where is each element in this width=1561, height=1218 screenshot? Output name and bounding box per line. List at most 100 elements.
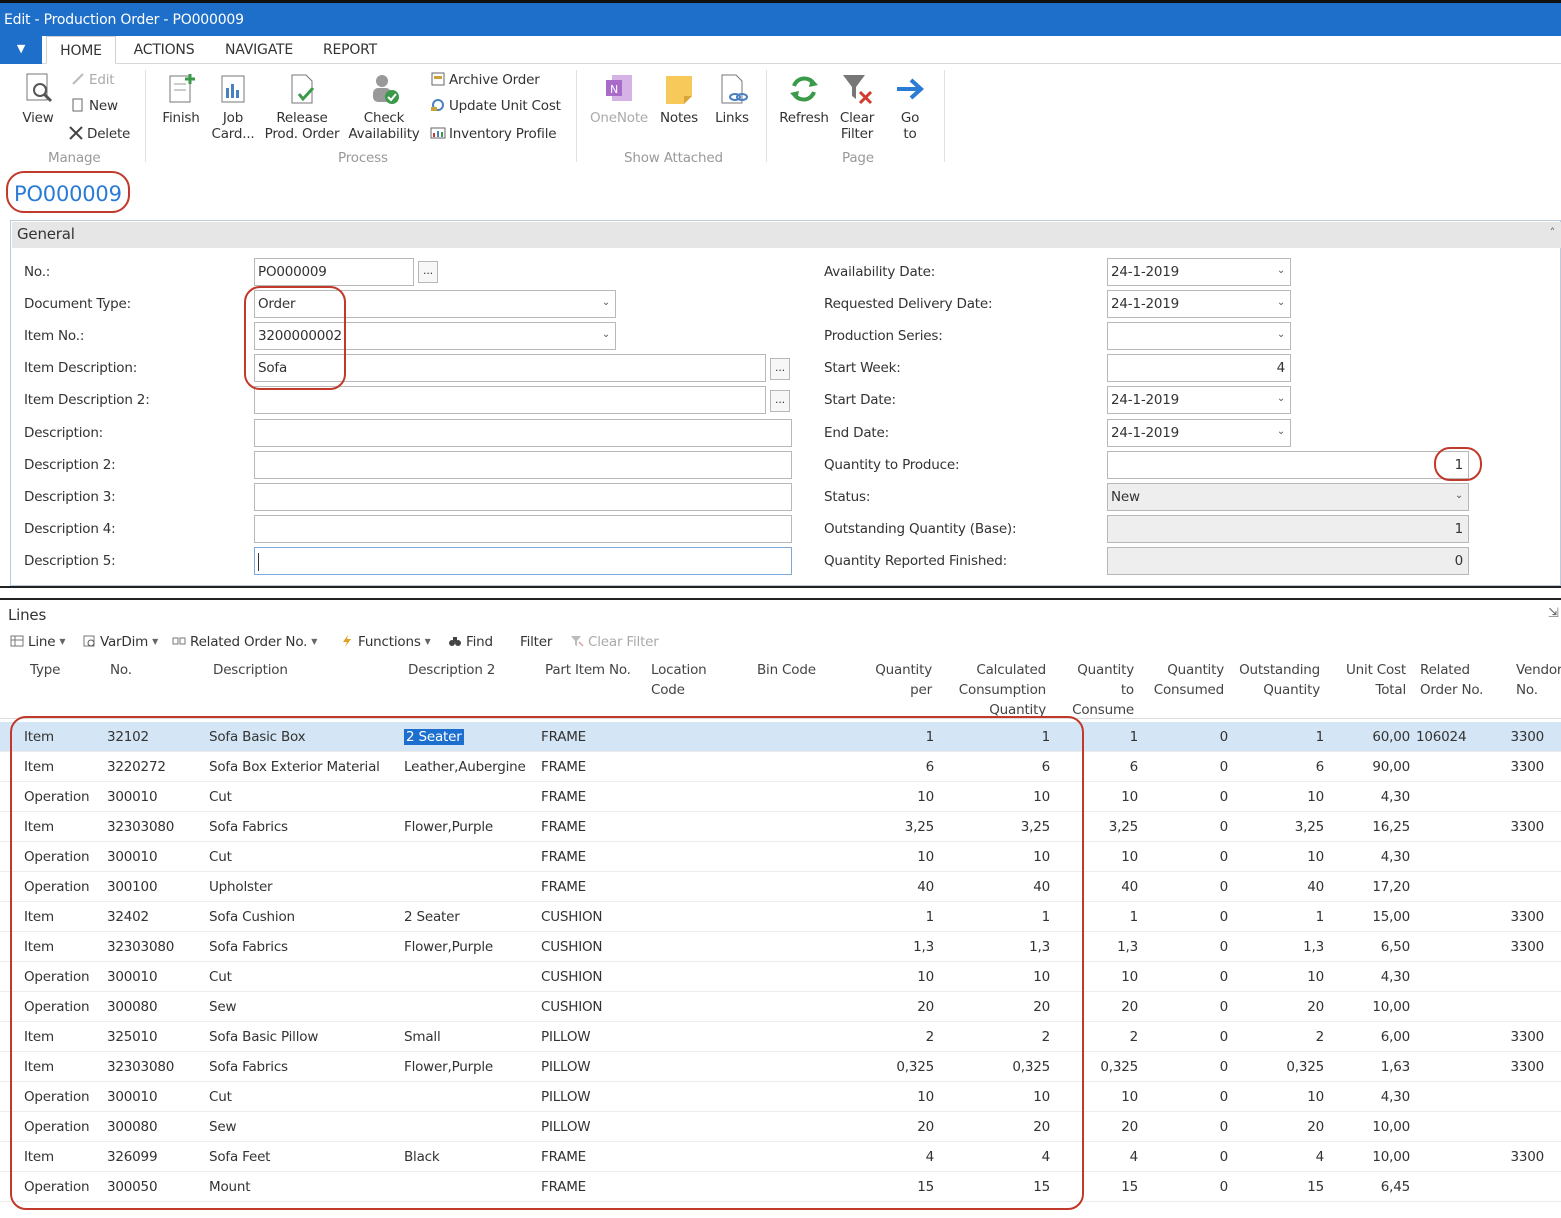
description-4-label: Description 4: [24, 521, 116, 537]
cell-outstanding-quantity: 1,3 [1303, 939, 1324, 955]
no-assist-button[interactable]: ... [418, 261, 438, 283]
group-page-label: Page [842, 150, 874, 166]
tab-home[interactable]: HOME [46, 36, 116, 64]
release-prod-order-button[interactable]: Release Prod. Order [262, 72, 342, 142]
collapse-icon[interactable]: ˄ [1550, 226, 1556, 239]
column-header-location-code[interactable]: Location Code [651, 660, 707, 700]
line-menu-button[interactable]: Line ▼ [10, 634, 65, 650]
column-header-no[interactable]: No. [110, 660, 132, 680]
onenote-button[interactable]: N OneNote [588, 72, 650, 126]
edit-button[interactable]: Edit [70, 72, 115, 88]
description-2-label: Description 2: [24, 457, 116, 473]
description-field[interactable] [254, 419, 792, 447]
tab-report-label: REPORT [322, 42, 378, 58]
cell-quantity-consumed: 0 [1219, 1029, 1229, 1045]
column-header-quantity-per[interactable]: Quantity per [850, 660, 932, 700]
column-header-quantity-consumed[interactable]: Quantity Consumed [1146, 660, 1224, 700]
archive-order-button[interactable]: Archive Order [430, 72, 540, 88]
functions-label: Functions [358, 634, 421, 650]
start-date-field[interactable]: 24-1-2019 ⌄ [1107, 386, 1291, 414]
status-select[interactable]: New ⌄ [1107, 483, 1469, 511]
pin-icon[interactable]: ⇲ [1548, 606, 1559, 621]
column-header-quantity-to-consume[interactable]: Quantity to Consume [1060, 660, 1134, 720]
column-header-bin-code[interactable]: Bin Code [757, 660, 816, 680]
related-order-menu-button[interactable]: Related Order No. ▼ [172, 634, 317, 650]
column-header-outstanding-quantity[interactable]: Outstanding Quantity [1232, 660, 1320, 700]
clear-filter-button[interactable]: Clear Filter [834, 72, 880, 142]
column-header-part-item-no[interactable]: Part Item No. [545, 660, 631, 680]
start-week-field[interactable]: 4 [1107, 354, 1291, 382]
check-availability-button[interactable]: Check Availability [346, 72, 422, 142]
description-3-field[interactable] [254, 483, 792, 511]
links-icon [715, 72, 749, 106]
window-title: Edit - Production Order - PO000009 [4, 12, 244, 28]
find-button[interactable]: Find [448, 634, 493, 650]
finish-button[interactable]: Finish [158, 72, 204, 126]
new-button[interactable]: New [70, 98, 118, 114]
finish-label: Finish [162, 110, 200, 126]
cell-unit-cost-total: 4,30 [1380, 969, 1410, 985]
cell-vendor-no: 3300 [1510, 1029, 1544, 1045]
functions-menu-button[interactable]: Functions ▼ [340, 634, 431, 650]
app-menu-button[interactable]: ▼ [0, 36, 42, 64]
view-label: View [22, 110, 54, 126]
requested-delivery-date-field[interactable]: 24-1-2019 ⌄ [1107, 290, 1291, 318]
column-header-related-order-no[interactable]: Related Order No. [1420, 660, 1483, 700]
cell-outstanding-quantity: 6 [1315, 759, 1325, 775]
cell-quantity-consumed: 0 [1219, 1059, 1229, 1075]
item-description-2-field[interactable] [254, 386, 766, 414]
clear-filter-lines-button[interactable]: Clear Filter [570, 634, 659, 650]
group-process-label: Process [338, 150, 388, 166]
cell-quantity-consumed: 0 [1219, 999, 1229, 1015]
description-2-field[interactable] [254, 451, 792, 479]
item-description-assist-button[interactable]: ... [770, 358, 790, 380]
vardim-menu-button[interactable]: VarDim ▼ [82, 634, 158, 650]
column-header-type[interactable]: Type [30, 660, 60, 680]
tab-navigate[interactable]: NAVIGATE [214, 36, 304, 64]
notes-button[interactable]: Notes [656, 72, 702, 126]
column-header-vendor-no[interactable]: Vendor No. [1516, 660, 1561, 700]
cell-quantity-consumed: 0 [1219, 1089, 1229, 1105]
ribbon-tab-strip: ▼ HOME ACTIONS NAVIGATE REPORT [0, 36, 1561, 64]
column-header-description[interactable]: Description [213, 660, 288, 680]
delete-button[interactable]: Delete [68, 126, 130, 142]
requested-delivery-date-label: Requested Delivery Date: [824, 296, 993, 312]
inventory-profile-button[interactable]: Inventory Profile [430, 126, 557, 142]
column-header-description-2[interactable]: Description 2 [408, 660, 495, 680]
cell-quantity-consumed: 0 [1219, 1149, 1229, 1165]
description-4-field[interactable] [254, 515, 792, 543]
release-icon [285, 72, 319, 106]
cell-unit-cost-total: 15,00 [1372, 909, 1410, 925]
general-section-header[interactable]: General ˄ [12, 222, 1561, 248]
view-button[interactable]: View [16, 72, 60, 126]
links-button[interactable]: Links [710, 72, 754, 126]
cell-quantity-consumed: 0 [1219, 789, 1229, 805]
item-description-2-assist-button[interactable]: ... [770, 390, 790, 412]
cell-unit-cost-total: 10,00 [1372, 1149, 1410, 1165]
quantity-to-produce-label: Quantity to Produce: [824, 457, 960, 473]
column-header-calculated-consumption[interactable]: Calculated Consumption Quantity [940, 660, 1046, 720]
description-5-field[interactable] [254, 547, 792, 575]
chevron-down-icon: ⌄ [601, 329, 610, 340]
update-unit-cost-button[interactable]: Update Unit Cost [430, 98, 561, 114]
pencil-icon [70, 72, 86, 86]
column-header-unit-cost-total[interactable]: Unit Cost Total [1330, 660, 1406, 700]
status-label: Status: [824, 489, 871, 505]
cell-outstanding-quantity: 10 [1307, 849, 1324, 865]
no-field[interactable]: PO000009 [254, 258, 414, 286]
end-date-field[interactable]: 24-1-2019 ⌄ [1107, 419, 1291, 447]
cell-outstanding-quantity: 1 [1315, 909, 1325, 925]
job-card-button[interactable]: Job Card... [210, 72, 256, 142]
tab-report[interactable]: REPORT [312, 36, 388, 64]
production-series-select[interactable]: ⌄ [1107, 322, 1291, 350]
go-to-button[interactable]: Go to [888, 72, 932, 142]
quantity-to-produce-field[interactable]: 1 [1107, 451, 1469, 479]
refresh-button[interactable]: Refresh [776, 72, 832, 126]
cell-quantity-consumed: 0 [1219, 939, 1229, 955]
start-week-label: Start Week: [824, 360, 901, 376]
tab-actions[interactable]: ACTIONS [124, 36, 204, 64]
group-manage-label: Manage [48, 150, 101, 166]
filter-button[interactable]: Filter [520, 634, 552, 650]
description-label: Description: [24, 425, 104, 441]
availability-date-field[interactable]: 24-1-2019 ⌄ [1107, 258, 1291, 286]
